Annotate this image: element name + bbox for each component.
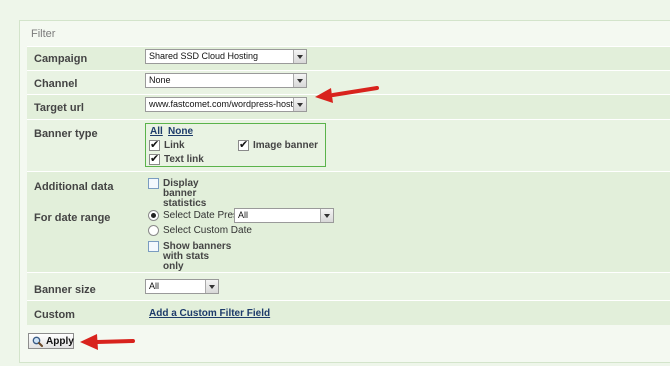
banner-size-label: Banner size [34,284,96,296]
additional-data-label: Additional data [34,181,114,193]
filter-legend: Filter [31,28,56,40]
target-url-label: Target url [34,102,84,114]
banner-size-select[interactable]: All [145,279,219,294]
add-custom-filter-link[interactable]: Add a Custom Filter Field [149,308,270,319]
custom-row: Custom [27,300,670,325]
target-url-select[interactable]: www.fastcomet.com/wordpress-hosting [145,97,307,112]
apply-button[interactable]: Apply [28,333,74,349]
additional-data-row: Additional data For date range [27,171,670,272]
banner-type-label: Banner type [34,128,98,140]
custom-label: Custom [34,309,75,321]
display-stats-label-3: statistics [163,198,207,209]
text-link-checkbox[interactable] [149,152,160,165]
date-preset-radio[interactable] [148,210,159,221]
channel-select[interactable]: None [145,73,307,88]
date-range-label: For date range [34,212,111,224]
campaign-select-value: Shared SSD Cloud Hosting [149,51,259,61]
campaign-label: Campaign [34,53,88,65]
chevron-down-icon [293,74,306,87]
chevron-down-icon [320,209,333,222]
channel-select-value: None [149,75,171,85]
link-checkbox[interactable] [149,138,160,151]
date-preset-select[interactable]: All [234,208,334,223]
banner-type-row: Banner type [27,119,670,171]
chevron-down-icon [205,280,218,293]
campaign-row: Campaign [27,46,670,70]
link-checkbox-label: Link [164,140,185,151]
custom-date-label: Select Custom Date [163,225,252,236]
show-banners-label-3: only [163,261,184,272]
date-preset-select-value: All [238,210,249,220]
annotation-arrow-icon [315,86,379,103]
channel-label: Channel [34,78,78,90]
select-all-link[interactable]: All [150,126,163,137]
image-banner-checkbox-label: Image banner [253,140,319,151]
image-banner-checkbox[interactable] [238,138,249,151]
select-none-link[interactable]: None [168,126,193,137]
display-stats-checkbox[interactable] [148,178,159,189]
search-icon [32,336,43,347]
show-banners-checkbox[interactable] [148,241,159,252]
banner-size-row: Banner size [27,272,670,300]
annotation-arrow-icon [80,334,135,350]
banner-size-select-value: All [149,281,160,291]
chevron-down-icon [293,50,306,63]
custom-date-radio[interactable] [148,225,159,236]
chevron-down-icon [293,98,306,111]
apply-button-label: Apply [46,336,74,347]
target-url-select-value: www.fastcomet.com/wordpress-hosting [149,99,306,109]
campaign-select[interactable]: Shared SSD Cloud Hosting [145,49,307,64]
text-link-checkbox-label: Text link [164,154,204,165]
